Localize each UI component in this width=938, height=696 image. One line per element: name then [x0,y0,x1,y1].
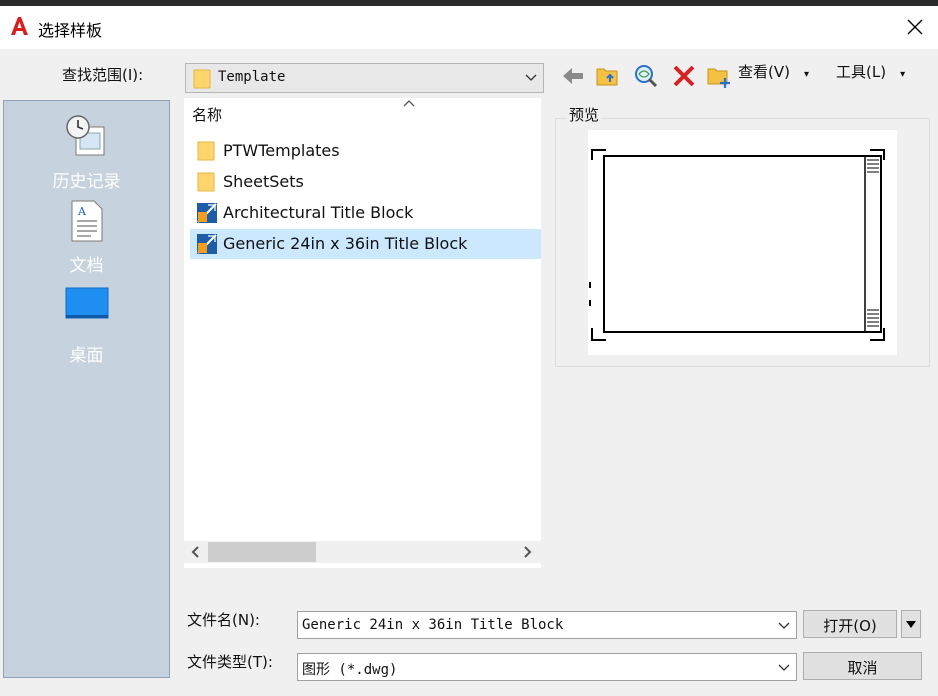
history-icon [65,115,104,156]
lookin-label: 查找范围(I): [62,66,144,84]
views-menu[interactable]: 查看(V) ▾ [738,61,809,82]
chevron-down-icon [778,664,790,671]
dropdown-arrow-icon: ▾ [900,69,906,80]
up-folder-icon[interactable] [595,63,621,89]
dwt-template-icon [197,203,217,223]
preview-label: 预览 [567,104,602,125]
chevron-down-icon[interactable] [778,619,790,631]
places-item-label: 文档 [69,256,104,276]
file-item-ptwtemplates[interactable]: PTWTemplates [190,136,541,166]
tools-menu-label: 工具(L) [836,63,887,81]
select-template-dialog: 选择样板 查找范围(I): Template 查看(V) ▾ 工具(L) ▾ 历… [0,6,938,696]
open-button[interactable]: 打开(O) [803,610,897,638]
file-item-architectural-title-block[interactable]: Architectural Title Block [190,198,541,228]
filetype-label: 文件类型(T): [187,653,273,671]
lookin-value: Template [218,69,286,85]
file-item-generic-title-block[interactable]: Generic 24in x 36in Title Block [190,229,541,259]
window-title: 选择样板 [38,21,103,40]
dropdown-arrow-icon [906,621,916,628]
file-name: Architectural Title Block [223,203,414,222]
file-item-sheetsets[interactable]: SheetSets [190,167,541,197]
file-name: Generic 24in x 36in Title Block [223,234,468,253]
scroll-right-icon[interactable] [522,546,532,558]
cancel-button-label: 取消 [847,659,878,677]
filename-value: Generic 24in x 36in Title Block [302,617,564,633]
scrollbar-thumb[interactable] [208,542,316,562]
autocad-logo-icon [11,17,28,35]
scroll-left-icon[interactable] [191,546,201,558]
cancel-button[interactable]: 取消 [803,652,922,680]
open-button-label: 打开(O) [823,617,877,635]
title-block-preview-image [589,149,885,341]
sort-ascending-icon [403,100,415,107]
delete-icon[interactable] [671,63,697,89]
tools-menu[interactable]: 工具(L) ▾ [836,61,905,82]
name-column-header[interactable]: 名称 [192,104,222,125]
close-button[interactable] [900,12,930,42]
filetype-dropdown[interactable]: 图形 (*.dwg) [297,653,797,681]
folder-icon [197,141,215,161]
folder-icon [197,172,215,192]
places-bar: 历史记录 A 文档 桌面 [3,100,170,678]
places-item-desktop[interactable]: 桌面 [4,287,169,367]
chevron-down-icon [525,74,537,81]
folder-icon [193,69,211,89]
views-menu-label: 查看(V) [738,63,790,81]
filetype-value: 图形 (*.dwg) [302,662,398,678]
places-item-label: 历史记录 [52,172,121,192]
close-icon [907,19,923,35]
filename-input[interactable]: Generic 24in x 36in Title Block [297,611,797,639]
new-folder-icon[interactable] [706,63,732,89]
file-name: PTWTemplates [223,141,340,160]
document-icon: A [71,200,102,242]
lookin-dropdown[interactable]: Template [185,63,544,93]
horizontal-scrollbar[interactable] [184,541,541,563]
desktop-icon [65,287,108,319]
svg-text:A: A [77,205,87,218]
file-list: 名称 PTWTemplates SheetSets Architectural … [184,98,541,568]
dwt-template-icon [197,234,217,254]
filename-label: 文件名(N): [187,611,260,629]
back-arrow-icon[interactable] [560,63,586,89]
file-name: SheetSets [223,172,304,191]
open-options-dropdown[interactable] [901,610,921,638]
search-web-icon[interactable] [633,63,659,89]
places-item-history[interactable]: 历史记录 [4,109,169,197]
places-item-documents[interactable]: A 文档 [4,199,169,283]
places-item-label: 桌面 [69,346,104,366]
preview-thumbnail [588,130,897,355]
dropdown-arrow-icon: ▾ [803,69,809,80]
title-bar: 选择样板 [0,6,938,49]
